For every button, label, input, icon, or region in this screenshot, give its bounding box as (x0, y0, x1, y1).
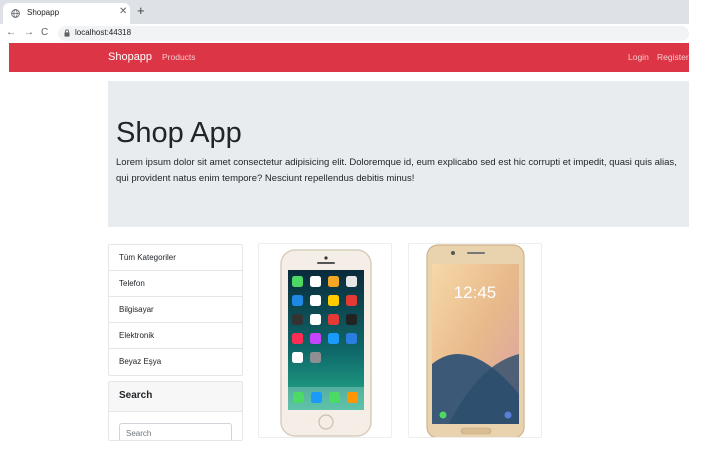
category-item-electronics[interactable]: Elektronik (109, 323, 242, 349)
close-icon[interactable]: ✕ (119, 6, 127, 18)
back-icon[interactable]: ← (6, 26, 16, 40)
navbar: Shopapp Products Login Register (9, 43, 689, 72)
iphone-icon (280, 249, 372, 437)
browser-tab[interactable]: Shopapp ✕ (3, 3, 130, 24)
lock-icon (64, 29, 70, 37)
category-item-phone[interactable]: Telefon (109, 271, 242, 297)
jumbotron: Shop App Lorem ipsum dolor sit amet cons… (108, 81, 689, 227)
phone-clock: 12:45 (454, 283, 497, 302)
product-card[interactable]: 12:45 (408, 243, 542, 438)
tab-strip: Shopapp ✕ + (0, 0, 689, 24)
samsung-phone-icon: 12:45 (426, 244, 525, 437)
search-header: Search (109, 382, 242, 412)
browser-toolbar: ← → C localhost:44318 (0, 24, 689, 42)
forward-icon[interactable]: → (24, 26, 34, 40)
search-card: Search Search (108, 381, 243, 441)
tab-title: Shopapp (27, 8, 60, 17)
nav-link-products[interactable]: Products (162, 52, 196, 62)
product-card[interactable] (258, 243, 392, 438)
page-title: Shop App (116, 117, 242, 149)
url-text: localhost:44318 (75, 28, 132, 37)
category-item-computer[interactable]: Bilgisayar (109, 297, 242, 323)
category-list: Tüm Kategoriler Telefon Bilgisayar Elekt… (108, 244, 243, 376)
intro-text: Lorem ipsum dolor sit amet consectetur a… (116, 157, 677, 184)
new-tab-button[interactable]: + (137, 4, 145, 18)
category-item-all[interactable]: Tüm Kategoriler (109, 245, 242, 271)
category-item-appliances[interactable]: Beyaz Eşya (109, 349, 242, 375)
search-input[interactable]: Search (119, 423, 232, 440)
nav-link-register[interactable]: Register (657, 52, 689, 62)
nav-link-login[interactable]: Login (628, 52, 649, 62)
reload-icon[interactable]: C (41, 26, 48, 40)
navbar-brand[interactable]: Shopapp (108, 51, 152, 63)
address-bar[interactable]: localhost:44318 (58, 26, 689, 41)
globe-icon (11, 9, 20, 18)
browser-window: Shopapp ✕ + ← → C localhost:44318 Shopap… (0, 0, 727, 463)
